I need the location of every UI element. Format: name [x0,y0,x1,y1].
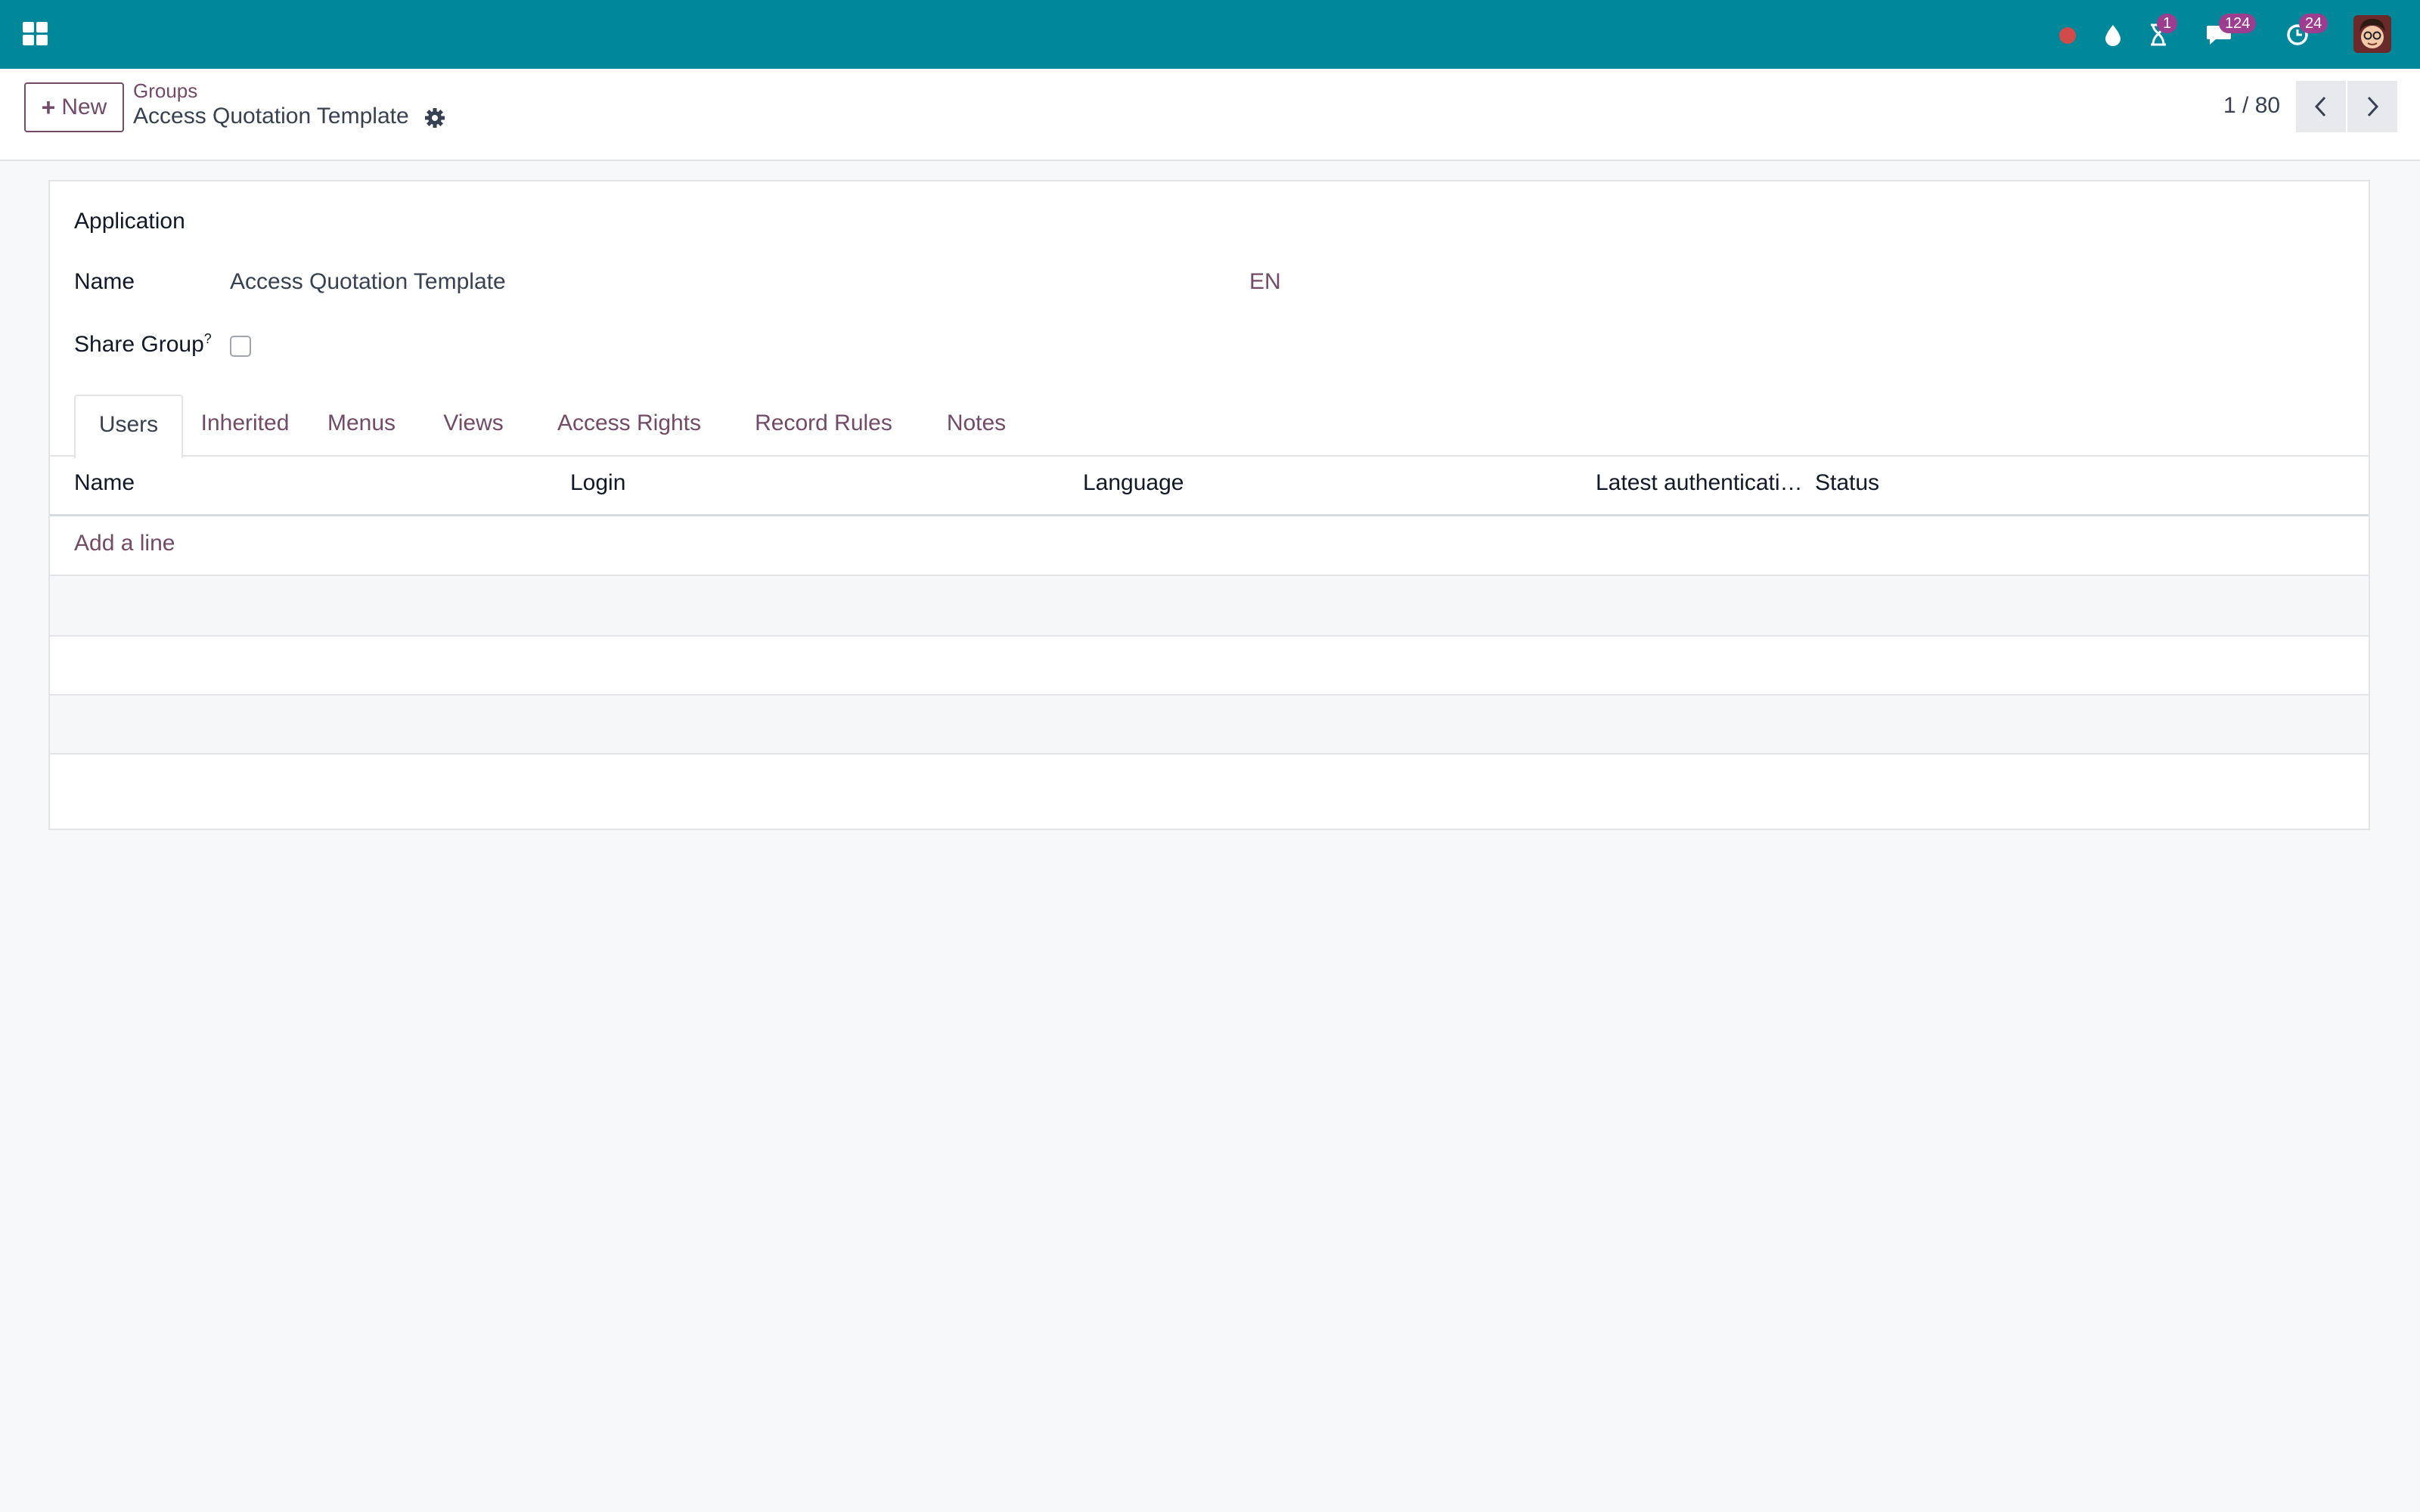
column-header-name[interactable]: Name [74,470,135,496]
apps-grid-icon[interactable] [23,21,48,47]
user-avatar[interactable] [2353,15,2391,53]
column-header-latest-authentication[interactable]: Latest authenticati… [1596,470,1803,496]
table-row [50,753,2369,827]
new-button-label: New [61,94,107,119]
activity-count-badge: 1 [2157,14,2178,33]
tab-inherited[interactable]: Inherited [188,395,302,457]
column-header-language[interactable]: Language [1083,470,1184,496]
breadcrumb-groups-link[interactable]: Groups [133,79,197,103]
tab-users[interactable]: Users [74,395,183,458]
activities-count-badge: 24 [2299,14,2328,33]
hourglass-icon[interactable] [2143,0,2173,69]
share-group-label-text: Share Group [74,332,204,357]
pager-value[interactable]: 1 / 80 [2223,93,2280,119]
add-a-line-link[interactable]: Add a line [74,531,175,556]
application-label: Application [74,209,185,234]
column-header-status[interactable]: Status [1815,470,1879,496]
new-button[interactable]: + New [24,82,124,132]
tab-record-rules[interactable]: Record Rules [740,395,908,457]
droplet-icon[interactable] [2098,0,2128,69]
tab-menus[interactable]: Menus [315,395,408,457]
name-field[interactable]: Access Quotation Template [230,269,506,295]
form-sheet: Application Name Access Quotation Templa… [48,180,2370,830]
plus-icon: + [41,93,56,121]
translate-language-button[interactable]: EN [1249,269,1281,295]
top-navbar: 1 124 24 [0,0,2420,69]
messages-count-badge: 124 [2219,14,2257,33]
tab-access-rights[interactable]: Access Rights [538,395,720,457]
table-header-divider [50,514,2369,516]
pager-previous-button[interactable] [2296,81,2346,132]
breadcrumb-current-record: Access Quotation Template [133,104,409,129]
tab-notes[interactable]: Notes [927,395,1025,457]
record-dot-icon[interactable] [2052,0,2083,69]
share-group-label: Share Group? [74,331,212,358]
pager-next-button[interactable] [2347,81,2397,132]
share-group-checkbox[interactable] [230,336,251,357]
clock-activity-icon[interactable] [2282,0,2313,69]
chevron-right-icon [2367,96,2379,117]
column-header-login[interactable]: Login [570,470,625,496]
tab-views[interactable]: Views [428,395,519,457]
table-row [50,575,2369,635]
control-panel: + New Groups Access Quotation Template 1… [0,69,2420,161]
chevron-left-icon [2314,96,2326,117]
table-row [50,635,2369,694]
gear-icon[interactable] [424,107,446,129]
help-tooltip-icon[interactable]: ? [204,331,212,346]
table-row [50,694,2369,753]
chat-bubble-icon[interactable] [2202,0,2235,69]
name-label: Name [74,269,135,294]
